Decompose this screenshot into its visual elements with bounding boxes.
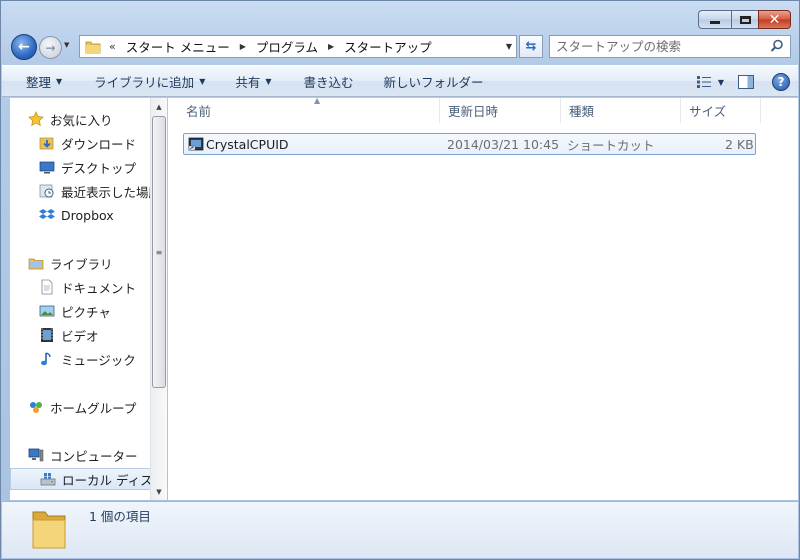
sort-ascending-icon: ▲ [314,96,321,105]
nav-desktop[interactable]: デスクトップ [10,156,150,178]
nav-favorites[interactable]: お気に入り [10,108,150,130]
dropdown-arrow-icon: ▼ [199,76,206,86]
details-pane: 1 個の項目 [2,501,798,558]
help-icon[interactable]: ? [772,73,790,91]
item-count: 1 個の項目 [89,509,151,524]
breadcrumb-startup[interactable]: スタートアップ [344,37,432,56]
file-date: 2014/03/21 10:45 [447,136,560,152]
share-button[interactable]: 共有 ▼ [219,69,285,93]
computer-icon [28,448,44,462]
search-icon[interactable] [770,39,784,53]
music-note-icon [41,352,51,366]
back-arrow-icon: ← [18,39,30,55]
command-bar-right: ▼ ? [696,70,790,94]
forward-button[interactable]: → [39,36,62,59]
nav-recent-places[interactable]: 最近表示した場所 [10,180,150,202]
nav-computer[interactable]: コンピューター [10,444,150,466]
file-name: CrystalCPUID [206,136,289,152]
libraries-icon [28,258,44,270]
breadcrumb-start-menu[interactable]: スタート メニュー [126,37,230,56]
file-type: ショートカット [567,137,655,153]
nav-libraries[interactable]: ライブラリ [10,252,150,274]
nav-dropbox[interactable]: Dropbox [10,204,150,226]
minimize-icon [710,21,720,24]
nav-pane-scrollbar[interactable]: ▲ ≡ ▼ [150,98,167,500]
nav-pictures[interactable]: ピクチャ [10,300,150,322]
breadcrumb-separator-icon[interactable]: ▶ [240,42,246,51]
refresh-icon: ⇆ [525,39,537,54]
recent-places-icon [39,184,54,198]
dropdown-arrow-icon: ▼ [265,76,272,86]
change-view-icon[interactable] [696,75,712,89]
command-bar: 整理 ▼ ライブラリに追加 ▼ 共有 ▼ 書き込む 新しいフォルダー ▼ ? [2,65,798,97]
explorer-window: ✕ ← → ▼ « スタート メニュー ▶ プログラム ▶ スタートアップ ▼ … [0,0,800,560]
caption-buttons: ✕ [698,10,791,29]
pictures-icon [39,305,55,317]
forward-arrow-icon: → [45,40,56,55]
column-header-type[interactable]: 種類 [561,98,681,123]
folder-large-icon [32,511,66,549]
maximize-icon [739,15,751,24]
view-options-dropdown[interactable]: ▼ [718,78,724,87]
videos-icon [41,328,53,342]
column-header-size[interactable]: サイズ [681,98,761,123]
preview-pane-icon[interactable] [738,75,754,89]
column-header-date[interactable]: 更新日時 [440,98,561,123]
breadcrumb-separator-icon[interactable]: ▶ [328,42,334,51]
documents-icon [41,279,53,295]
nav-local-disk[interactable]: ローカル ディスク [10,468,150,490]
column-header-name[interactable]: 名前 ▲ [178,96,440,123]
shortcut-file-icon [188,137,204,151]
scrollbar-thumb[interactable]: ≡ [152,116,166,388]
recent-pages-dropdown[interactable]: ▼ [64,41,74,53]
maximize-button[interactable] [731,10,758,29]
new-folder-button[interactable]: 新しいフォルダー [368,69,498,93]
breadcrumb-programs[interactable]: プログラム [256,37,318,56]
close-icon: ✕ [768,11,781,28]
nav-music[interactable]: ミュージック [10,348,150,370]
local-disk-icon [40,473,56,486]
refresh-button[interactable]: ⇆ [519,35,543,58]
address-dropdown-icon[interactable]: ▼ [506,42,512,51]
star-icon [28,111,44,127]
file-size: 2 KB [725,136,754,152]
homegroup-icon [30,402,42,413]
dropdown-arrow-icon: ▼ [56,76,63,86]
nav-documents[interactable]: ドキュメント [10,276,150,298]
file-row[interactable]: CrystalCPUID 2014/03/21 10:45 ショートカット 2 … [183,133,756,155]
burn-button[interactable]: 書き込む [286,69,368,93]
scroll-down-icon[interactable]: ▼ [151,483,167,500]
back-button[interactable]: ← [11,34,37,60]
address-bar[interactable]: « スタート メニュー ▶ プログラム ▶ スタートアップ ▼ [79,35,517,58]
nav-videos[interactable]: ビデオ [10,324,150,346]
address-overflow-chevron[interactable]: « [109,40,116,53]
organize-button[interactable]: 整理 ▼ [2,69,76,93]
scroll-up-icon[interactable]: ▲ [151,98,167,115]
file-list: 名前 ▲ 更新日時 種類 サイズ CrystalCPUID 2014/03/21… [168,96,798,500]
desktop-icon [39,161,55,174]
close-button[interactable]: ✕ [758,10,791,29]
search-box[interactable] [549,35,791,58]
downloads-folder-icon [39,137,54,150]
navigation-pane: お気に入り ダウンロード デスクトップ 最近表示した場所 Dropbox ライブ… [10,98,150,500]
add-to-library-button[interactable]: ライブラリに追加 ▼ [76,69,219,93]
nav-homegroup[interactable]: ホームグループ [10,396,150,418]
minimize-button[interactable] [698,10,731,29]
nav-downloads[interactable]: ダウンロード [10,132,150,154]
search-input[interactable] [556,36,766,57]
dropbox-icon [39,209,55,219]
folder-icon [85,41,101,53]
